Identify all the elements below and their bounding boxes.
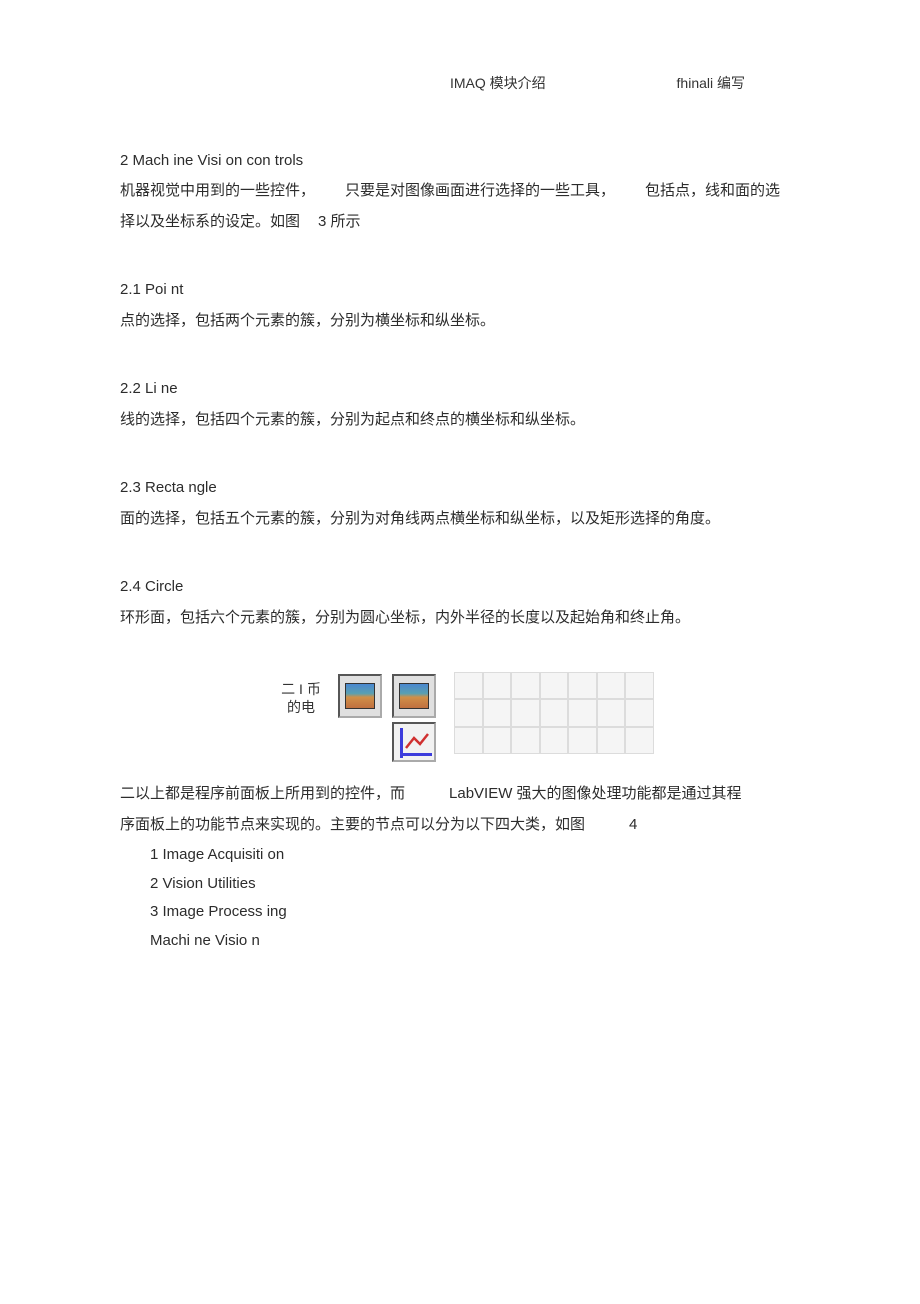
section-2-2-title: 2.2 Li ne — [120, 375, 800, 404]
coordinate-axis-icon — [392, 722, 436, 762]
after-para-line1: 二以上都是程序前面板上所用到的控件，而 LabVIEW 强大的图像处理功能都是通过… — [120, 780, 800, 809]
section-2-4-title: 2.4 Circle — [120, 573, 800, 602]
category-list: 1 Image Acquisiti on 2 Vision Utilities … — [120, 841, 800, 955]
section-2-1-body: 点的选择，包括两个元素的簇，分别为横坐标和纵坐标。 — [120, 307, 800, 336]
figure-label-2: 的电 — [266, 698, 336, 716]
figure-icon-col-1 — [336, 672, 390, 720]
section-2-line1: 机器视觉中用到的一些控件， 只要是对图像画面进行选择的一些工具， 包括点，线和面的选 — [120, 177, 800, 206]
after-para-line2: 序面板上的功能节点来实现的。主要的节点可以分为以下四大类，如图 4 — [120, 811, 800, 840]
list-item: 3 Image Process ing — [150, 898, 800, 927]
t: 包括点，线和面的选 — [645, 182, 780, 199]
list-item: 2 Vision Utilities — [150, 870, 800, 899]
t: LabVIEW 强大的图像处理功能都是通过其程 — [449, 785, 742, 802]
t: 3 所示 — [318, 213, 361, 230]
section-2-2-body: 线的选择，包括四个元素的簇，分别为起点和终点的横坐标和纵坐标。 — [120, 406, 800, 435]
list-item: Machi ne Visio n — [150, 927, 800, 956]
t: 机器视觉中用到的一些控件， — [120, 182, 315, 199]
t: 只要是对图像画面进行选择的一些工具， — [345, 182, 615, 199]
section-2-3-title: 2.3 Recta ngle — [120, 474, 800, 503]
list-item: 1 Image Acquisiti on — [150, 841, 800, 870]
header-right: fhinali 编写 — [677, 70, 745, 97]
image-display-icon — [338, 674, 382, 718]
section-2-3-body: 面的选择，包括五个元素的簇，分别为对角线两点横坐标和纵坐标，以及矩形选择的角度。 — [120, 505, 800, 534]
header-center: IMAQ 模块介绍 — [450, 70, 546, 97]
graph-grid-placeholder — [454, 672, 654, 754]
figure-icon-col-2 — [390, 672, 444, 762]
figure-label-1: 二 I 币 — [266, 680, 336, 698]
t: 4 — [629, 816, 637, 833]
t: 择以及坐标系的设定。如图 — [120, 213, 300, 230]
section-2-1-title: 2.1 Poi nt — [120, 276, 800, 305]
page-header: IMAQ 模块介绍 fhinali 编写 — [450, 70, 745, 97]
section-2-title: 2 Mach ine Visi on con trols — [120, 147, 800, 176]
figure-3: 二 I 币 的电 — [120, 672, 800, 762]
figure-label-col: 二 I 币 的电 — [266, 672, 336, 716]
t: 二以上都是程序前面板上所用到的控件，而 — [120, 785, 405, 802]
section-2-4-body: 环形面，包括六个元素的簇，分别为圆心坐标，内外半径的长度以及起始角和终止角。 — [120, 604, 800, 633]
section-2-line2: 择以及坐标系的设定。如图 3 所示 — [120, 208, 800, 237]
t: 序面板上的功能节点来实现的。主要的节点可以分为以下四大类，如图 — [120, 816, 585, 833]
image-display-icon — [392, 674, 436, 718]
